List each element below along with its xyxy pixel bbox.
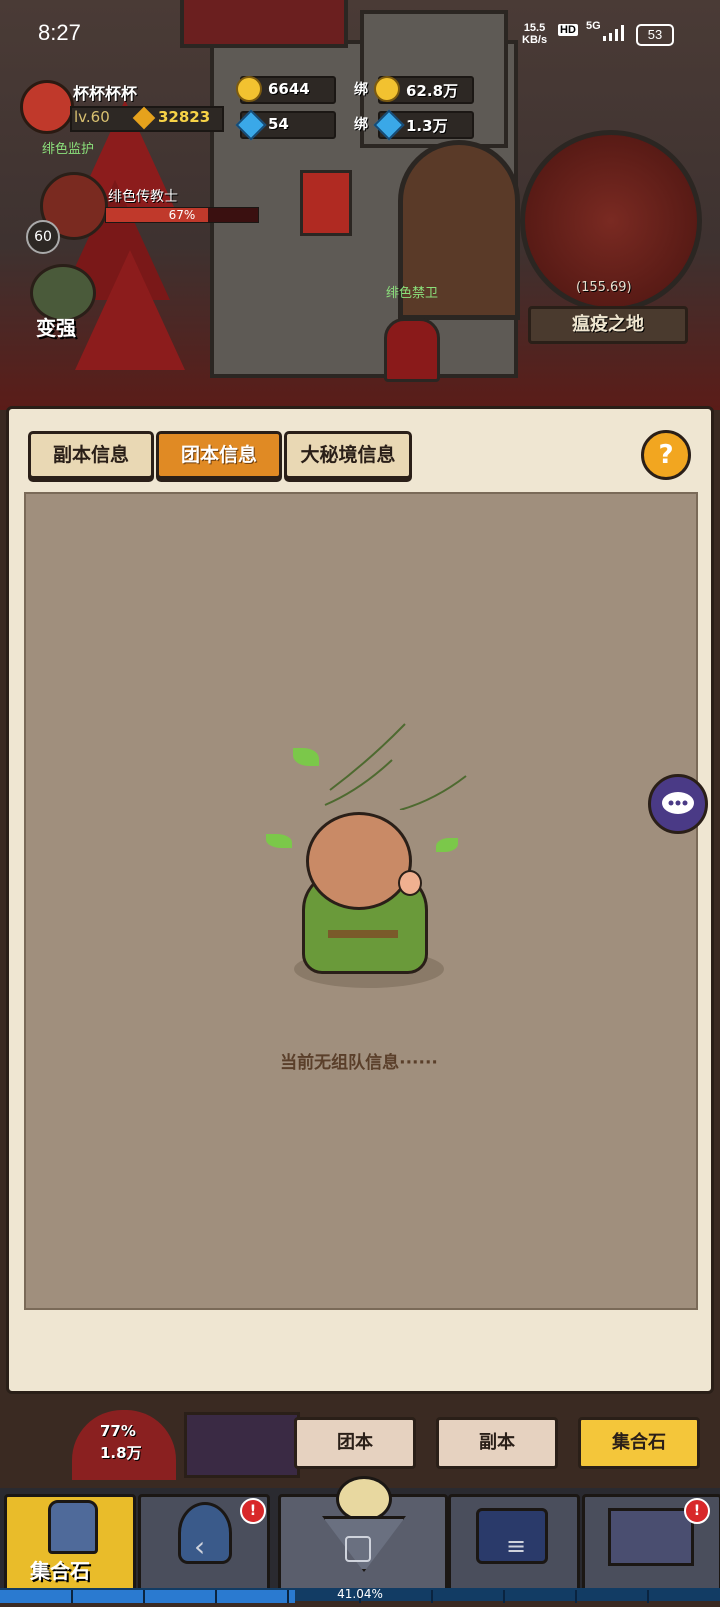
- bound-diamond-value: 1.3万: [406, 117, 448, 135]
- network-speed: 15.5 KB/s: [522, 22, 547, 46]
- skill-slots[interactable]: [184, 1412, 300, 1478]
- gathering-stone-icon: [48, 1500, 98, 1554]
- character-head: [306, 812, 412, 910]
- hp-value: 1.8万: [100, 1444, 142, 1462]
- npc-label: 绯色监护: [42, 142, 95, 157]
- menu-icon[interactable]: ≡: [506, 1532, 526, 1560]
- bound-gold-label: 绑: [354, 82, 368, 98]
- character-ear: [398, 870, 422, 896]
- battery-icon: 53: [636, 24, 674, 46]
- notification-badge: !: [684, 1498, 710, 1524]
- red-tree: [75, 250, 185, 370]
- map-coordinates: (155.69): [576, 280, 632, 295]
- npc-hp-percent: 67%: [168, 208, 196, 222]
- guard-label: 绯色禁卫: [386, 286, 439, 301]
- home-icon[interactable]: [345, 1536, 371, 1562]
- npc-level-badge: 60: [26, 220, 60, 254]
- castle-roof: [180, 0, 348, 48]
- network-speed-unit: KB/s: [522, 34, 548, 46]
- npc-name: 绯色传教士: [108, 189, 178, 205]
- tab-raid-info[interactable]: 团本信息: [156, 431, 282, 479]
- notification-badge: !: [240, 1498, 266, 1524]
- empty-team-message: 当前无组队信息······: [280, 1053, 438, 1073]
- signal-icon: [602, 24, 628, 46]
- player-power: 32823: [158, 108, 211, 126]
- castle-icon: [608, 1508, 694, 1566]
- player-avatar[interactable]: [20, 80, 74, 134]
- bound-diamond-label: 绑: [354, 117, 368, 133]
- npc-hp-bar: 67%: [105, 207, 259, 223]
- hd-icon: HD: [558, 24, 578, 36]
- back-icon[interactable]: ‹: [194, 1530, 205, 1563]
- experience-percent: 41.04%: [337, 1587, 383, 1601]
- nav-gathering-stone-label: 集合石: [30, 1559, 90, 1583]
- network-speed-value: 15.5: [523, 22, 546, 34]
- owl-icon: [336, 1476, 392, 1522]
- gold-coin-icon: [374, 76, 400, 102]
- diamond-value: 54: [268, 115, 289, 133]
- bound-gold-value: 62.8万: [406, 82, 459, 100]
- guard-character[interactable]: [384, 318, 440, 382]
- network-type: 5G: [586, 20, 601, 32]
- tab-dungeon-info[interactable]: 副本信息: [28, 431, 154, 479]
- gold-coin-icon: [236, 76, 262, 102]
- gathering-stone-button[interactable]: 集合石: [578, 1417, 700, 1469]
- raid-button[interactable]: 团本: [294, 1417, 416, 1469]
- chat-bubble-icon[interactable]: [648, 774, 708, 834]
- banner: [300, 170, 352, 236]
- tab-mythic-info[interactable]: 大秘境信息: [284, 431, 412, 479]
- gold-value: 6644: [268, 80, 310, 98]
- character-belt: [328, 930, 398, 938]
- map-name: 瘟疫之地: [572, 314, 644, 335]
- strengthen-button[interactable]: 变强: [36, 312, 76, 341]
- player-level: lv.60: [74, 108, 110, 126]
- hp-percent: 77%: [100, 1422, 136, 1440]
- player-name: 杯杯杯杯: [73, 84, 138, 103]
- status-time: 8:27: [38, 20, 81, 45]
- dungeon-button[interactable]: 副本: [436, 1417, 558, 1469]
- wind-lines: [320, 720, 470, 814]
- question-icon[interactable]: ?: [641, 430, 691, 480]
